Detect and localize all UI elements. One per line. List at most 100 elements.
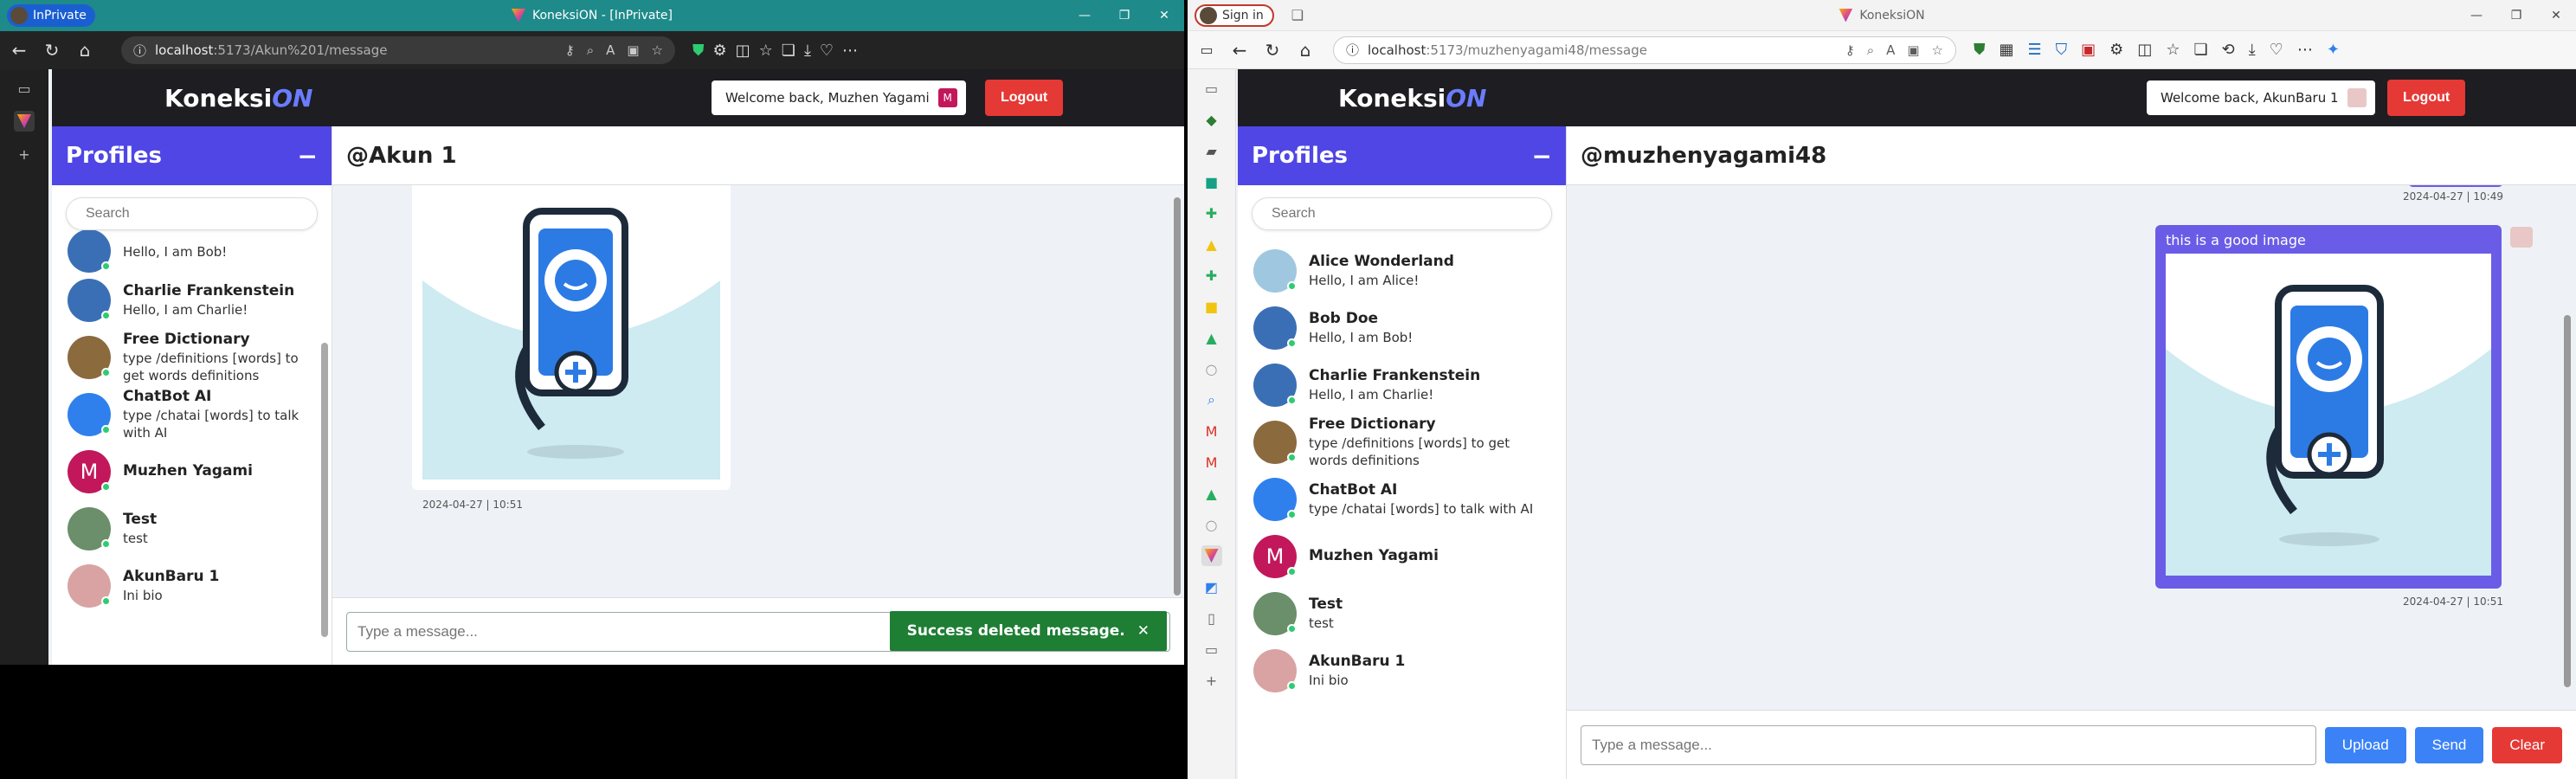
new-tab-icon[interactable]: + bbox=[14, 144, 35, 164]
workspaces-icon[interactable]: ❏ bbox=[1291, 7, 1304, 23]
immersive-reader-icon[interactable]: ▣ bbox=[1907, 42, 1919, 58]
profile-list-item[interactable]: ChatBot AI type /chatai [words] to talk w… bbox=[52, 386, 332, 443]
profile-list-item[interactable]: Test test bbox=[1238, 585, 1566, 642]
koneksion-tab-icon[interactable] bbox=[1201, 545, 1222, 566]
clear-button[interactable]: Clear bbox=[2492, 726, 2562, 763]
favorites-icon[interactable]: ☆ bbox=[2166, 41, 2180, 59]
split-screen-icon[interactable]: ◫ bbox=[736, 42, 750, 60]
restore-icon[interactable]: ❐ bbox=[1104, 0, 1144, 31]
favorite-star-icon[interactable]: ☆ bbox=[652, 42, 663, 58]
brand-logo[interactable]: KoneksiON bbox=[164, 84, 313, 113]
tab-icon[interactable]: ✚ bbox=[1201, 203, 1222, 223]
key-icon[interactable]: ⚷ bbox=[1845, 42, 1855, 58]
new-tab-icon[interactable]: + bbox=[1201, 670, 1222, 691]
tab-icon[interactable]: ▭ bbox=[1201, 639, 1222, 660]
collections-icon[interactable]: ❏ bbox=[782, 42, 795, 60]
send-button[interactable]: Send bbox=[2414, 726, 2484, 763]
tab-icon[interactable]: ○ bbox=[1201, 514, 1222, 535]
browser-essentials-icon[interactable]: ♡ bbox=[820, 42, 834, 60]
upload-button[interactable]: Upload bbox=[2324, 726, 2406, 763]
tab-icon[interactable]: ◆ bbox=[1201, 109, 1222, 130]
inprivate-badge[interactable]: InPrivate bbox=[7, 4, 95, 27]
collapse-icon[interactable]: − bbox=[298, 142, 318, 171]
profile-list-item[interactable]: AkunBaru 1 Ini bio bbox=[52, 557, 332, 615]
more-menu-icon[interactable]: ⋯ bbox=[2297, 41, 2313, 59]
wallet-extension-icon[interactable]: ▦ bbox=[2000, 41, 2014, 59]
browser-essentials-icon[interactable]: ♡ bbox=[2270, 41, 2283, 59]
chat-scrollbar[interactable] bbox=[1174, 197, 1181, 596]
extensions-icon[interactable]: ⚙ bbox=[2109, 41, 2123, 59]
tab-actions-icon[interactable]: ▭ bbox=[14, 78, 35, 99]
tab-icon[interactable]: ■ bbox=[1201, 296, 1222, 317]
tab-icon[interactable]: ■ bbox=[1201, 171, 1222, 192]
immersive-reader-icon[interactable]: ▣ bbox=[627, 42, 639, 58]
pdf-extension-icon[interactable]: ▣ bbox=[2081, 41, 2096, 59]
favorite-star-icon[interactable]: ☆ bbox=[1932, 42, 1943, 58]
tab-icon[interactable]: ✚ bbox=[1201, 265, 1222, 286]
address-bar[interactable]: ⓘ localhost:5173/muzhenyagami48/message … bbox=[1333, 35, 1956, 64]
extensions-icon[interactable]: ⚙ bbox=[713, 42, 727, 60]
logout-button[interactable]: Logout bbox=[2387, 80, 2466, 116]
collapse-icon[interactable]: − bbox=[1532, 142, 1552, 171]
tab-icon[interactable]: ▲ bbox=[1201, 234, 1222, 254]
profile-list-item[interactable]: ChatBot AI type /chatai [words] to talk w… bbox=[1238, 471, 1566, 528]
tab-icon[interactable]: ⌕ bbox=[1201, 390, 1222, 410]
downloads-icon[interactable]: ⤓ bbox=[2249, 41, 2256, 59]
read-aloud-icon[interactable]: A bbox=[1886, 42, 1895, 58]
minimize-icon[interactable]: — bbox=[2457, 0, 2496, 31]
list-extension-icon[interactable]: ☰ bbox=[2028, 41, 2042, 59]
split-screen-icon[interactable]: ◫ bbox=[2137, 41, 2152, 59]
image-message[interactable] bbox=[412, 185, 731, 490]
profile-list-item[interactable]: Test test bbox=[52, 500, 332, 557]
chat-scrollbar[interactable] bbox=[2564, 315, 2571, 687]
profile-list-item[interactable]: M Muzhen Yagami bbox=[52, 443, 332, 500]
tab-icon[interactable]: ▰ bbox=[1201, 140, 1222, 161]
message-image[interactable] bbox=[2166, 254, 2491, 576]
copilot-icon[interactable]: ✦ bbox=[2327, 41, 2340, 59]
minimize-icon[interactable]: — bbox=[1065, 0, 1104, 31]
history-icon[interactable]: ⟲ bbox=[2222, 41, 2235, 59]
bitwarden-extension-icon[interactable]: ⛉ bbox=[2056, 41, 2068, 59]
profile-list-item[interactable]: Alice Wonderland Hello, I am Alice! bbox=[1238, 242, 1566, 299]
toast-close-icon[interactable]: ✕ bbox=[1137, 622, 1150, 640]
home-icon[interactable]: ⌂ bbox=[71, 36, 99, 64]
profile-list-item[interactable]: Free Dictionary type /definitions [words]… bbox=[52, 329, 332, 386]
close-icon[interactable]: ✕ bbox=[2536, 0, 2576, 31]
favorites-icon[interactable]: ☆ bbox=[759, 42, 773, 60]
back-icon[interactable]: ← bbox=[5, 36, 33, 64]
close-icon[interactable]: ✕ bbox=[1144, 0, 1184, 31]
more-menu-icon[interactable]: ⋯ bbox=[842, 42, 858, 60]
profile-list-item[interactable]: Free Dictionary type /definitions [words]… bbox=[1238, 414, 1566, 471]
sidebar-scrollbar[interactable] bbox=[321, 343, 328, 637]
home-icon[interactable]: ⌂ bbox=[1291, 36, 1319, 64]
brand-logo[interactable]: KoneksiON bbox=[1338, 84, 1487, 113]
tab-icon[interactable]: ○ bbox=[1201, 358, 1222, 379]
tab-icon[interactable]: ▯ bbox=[1201, 608, 1222, 628]
refresh-icon[interactable]: ↻ bbox=[1259, 36, 1286, 64]
shield-extension-icon[interactable]: ⛊ bbox=[692, 42, 705, 60]
gmail-tab-icon[interactable]: M bbox=[1201, 421, 1222, 441]
downloads-icon[interactable]: ⤓ bbox=[804, 42, 811, 60]
profile-list-item[interactable]: Charlie Frankenstein Hello, I am Charlie! bbox=[1238, 357, 1566, 414]
tab-icon[interactable]: ◩ bbox=[1201, 576, 1222, 597]
collections-icon[interactable]: ❏ bbox=[2193, 41, 2207, 59]
message-input[interactable] bbox=[1581, 724, 2316, 765]
image-message-bubble[interactable]: this is a good image bbox=[2155, 225, 2502, 589]
profile-list-item[interactable]: Bob Doe Hello, I am Bob! bbox=[1238, 299, 1566, 357]
search-input[interactable] bbox=[1252, 197, 1552, 230]
profile-list-item[interactable]: Hello, I am Bob! bbox=[52, 230, 332, 273]
profile-list-item[interactable]: M Muzhen Yagami bbox=[1238, 528, 1566, 585]
profile-list-item[interactable]: AkunBaru 1 Ini bio bbox=[1238, 642, 1566, 699]
logout-button[interactable]: Logout bbox=[985, 80, 1064, 116]
restore-icon[interactable]: ❐ bbox=[2496, 0, 2536, 31]
previous-message-bubble[interactable] bbox=[2408, 185, 2503, 187]
sign-in-button[interactable]: Sign in bbox=[1195, 3, 1274, 27]
read-aloud-icon[interactable]: A bbox=[606, 42, 615, 58]
koneksion-tab-icon[interactable] bbox=[14, 111, 35, 132]
profile-list-item[interactable]: Charlie Frankenstein Hello, I am Charlie! bbox=[52, 272, 332, 329]
key-icon[interactable]: ⚷ bbox=[565, 42, 575, 58]
search-input[interactable] bbox=[66, 197, 318, 230]
tab-icon[interactable]: ▲ bbox=[1201, 483, 1222, 504]
back-icon[interactable]: ← bbox=[1226, 36, 1253, 64]
tab-actions-icon[interactable]: ▭ bbox=[1201, 78, 1222, 99]
